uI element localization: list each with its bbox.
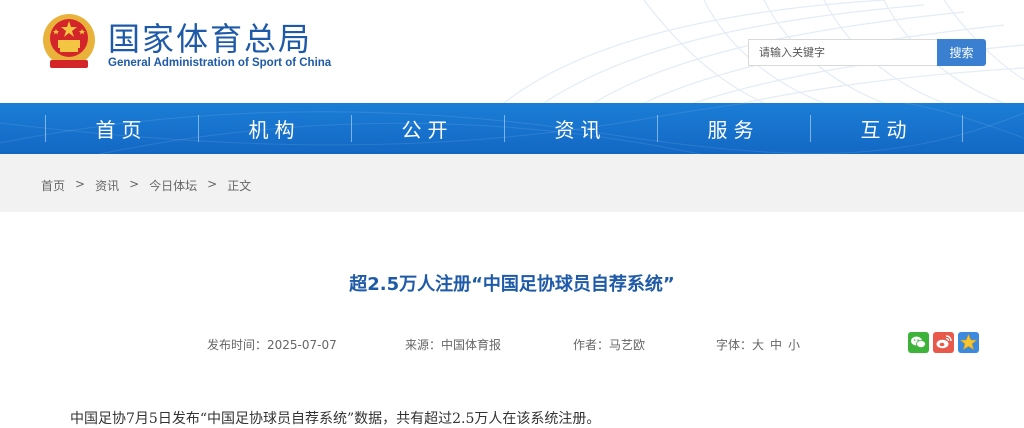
nav-item-organization[interactable]: 机构	[198, 103, 351, 154]
site-title-english[interactable]: General Administration of Sport of China	[108, 57, 331, 69]
font-size-small-button[interactable]: 小	[788, 336, 800, 353]
font-size-label: 字体：	[716, 338, 753, 352]
nav-item-interaction[interactable]: 互动	[810, 103, 963, 154]
breadcrumb-separator: >	[129, 177, 140, 191]
site-header: 国家体育总局 General Administration of Sport o…	[0, 0, 1024, 103]
publish-time: 发布时间：2025-07-07	[207, 338, 337, 352]
breadcrumb-separator: >	[207, 177, 218, 191]
breadcrumb: 首页 > 资讯 > 今日体坛 > 正文	[41, 177, 261, 194]
search-button[interactable]: 搜索	[937, 39, 986, 66]
article-title: 超2.5万人注册“中国足协球员自荐系统”	[349, 274, 675, 295]
wechat-icon[interactable]	[908, 332, 929, 353]
site-title-chinese[interactable]: 国家体育总局	[108, 14, 312, 60]
weibo-icon[interactable]	[933, 332, 954, 353]
nav-item-home[interactable]: 首页	[45, 103, 198, 154]
breadcrumb-separator: >	[75, 177, 86, 191]
nav-list: 首页 机构 公开 资讯 服务 互动	[45, 103, 963, 154]
breadcrumb-current: 正文	[227, 179, 252, 193]
national-emblem-icon[interactable]	[40, 12, 98, 72]
breadcrumb-home[interactable]: 首页	[41, 177, 65, 194]
main-nav: 首页 机构 公开 资讯 服务 互动	[0, 103, 1024, 154]
breadcrumb-band: 首页 > 资讯 > 今日体坛 > 正文	[0, 154, 1024, 212]
article-body-paragraph: 中国足协7月5日发布“中国足协球员自荐系统”数据，共有超过2.5万人在该系统注册…	[70, 411, 601, 427]
star-icon[interactable]	[958, 332, 979, 353]
font-size-large-button[interactable]: 大	[752, 336, 764, 353]
font-size-control: 字体： 大 中 小	[716, 336, 800, 353]
search-input[interactable]	[748, 39, 938, 66]
font-size-medium-button[interactable]: 中	[770, 336, 782, 353]
nav-item-services[interactable]: 服务	[657, 103, 810, 154]
article-source: 来源：中国体育报	[405, 338, 502, 352]
nav-item-public[interactable]: 公开	[351, 103, 504, 154]
nav-item-news[interactable]: 资讯	[504, 103, 657, 154]
article-author: 作者：马艺欧	[573, 338, 646, 352]
breadcrumb-today-sports[interactable]: 今日体坛	[149, 177, 197, 194]
nav-separator	[962, 115, 963, 142]
breadcrumb-news[interactable]: 资讯	[95, 177, 119, 194]
